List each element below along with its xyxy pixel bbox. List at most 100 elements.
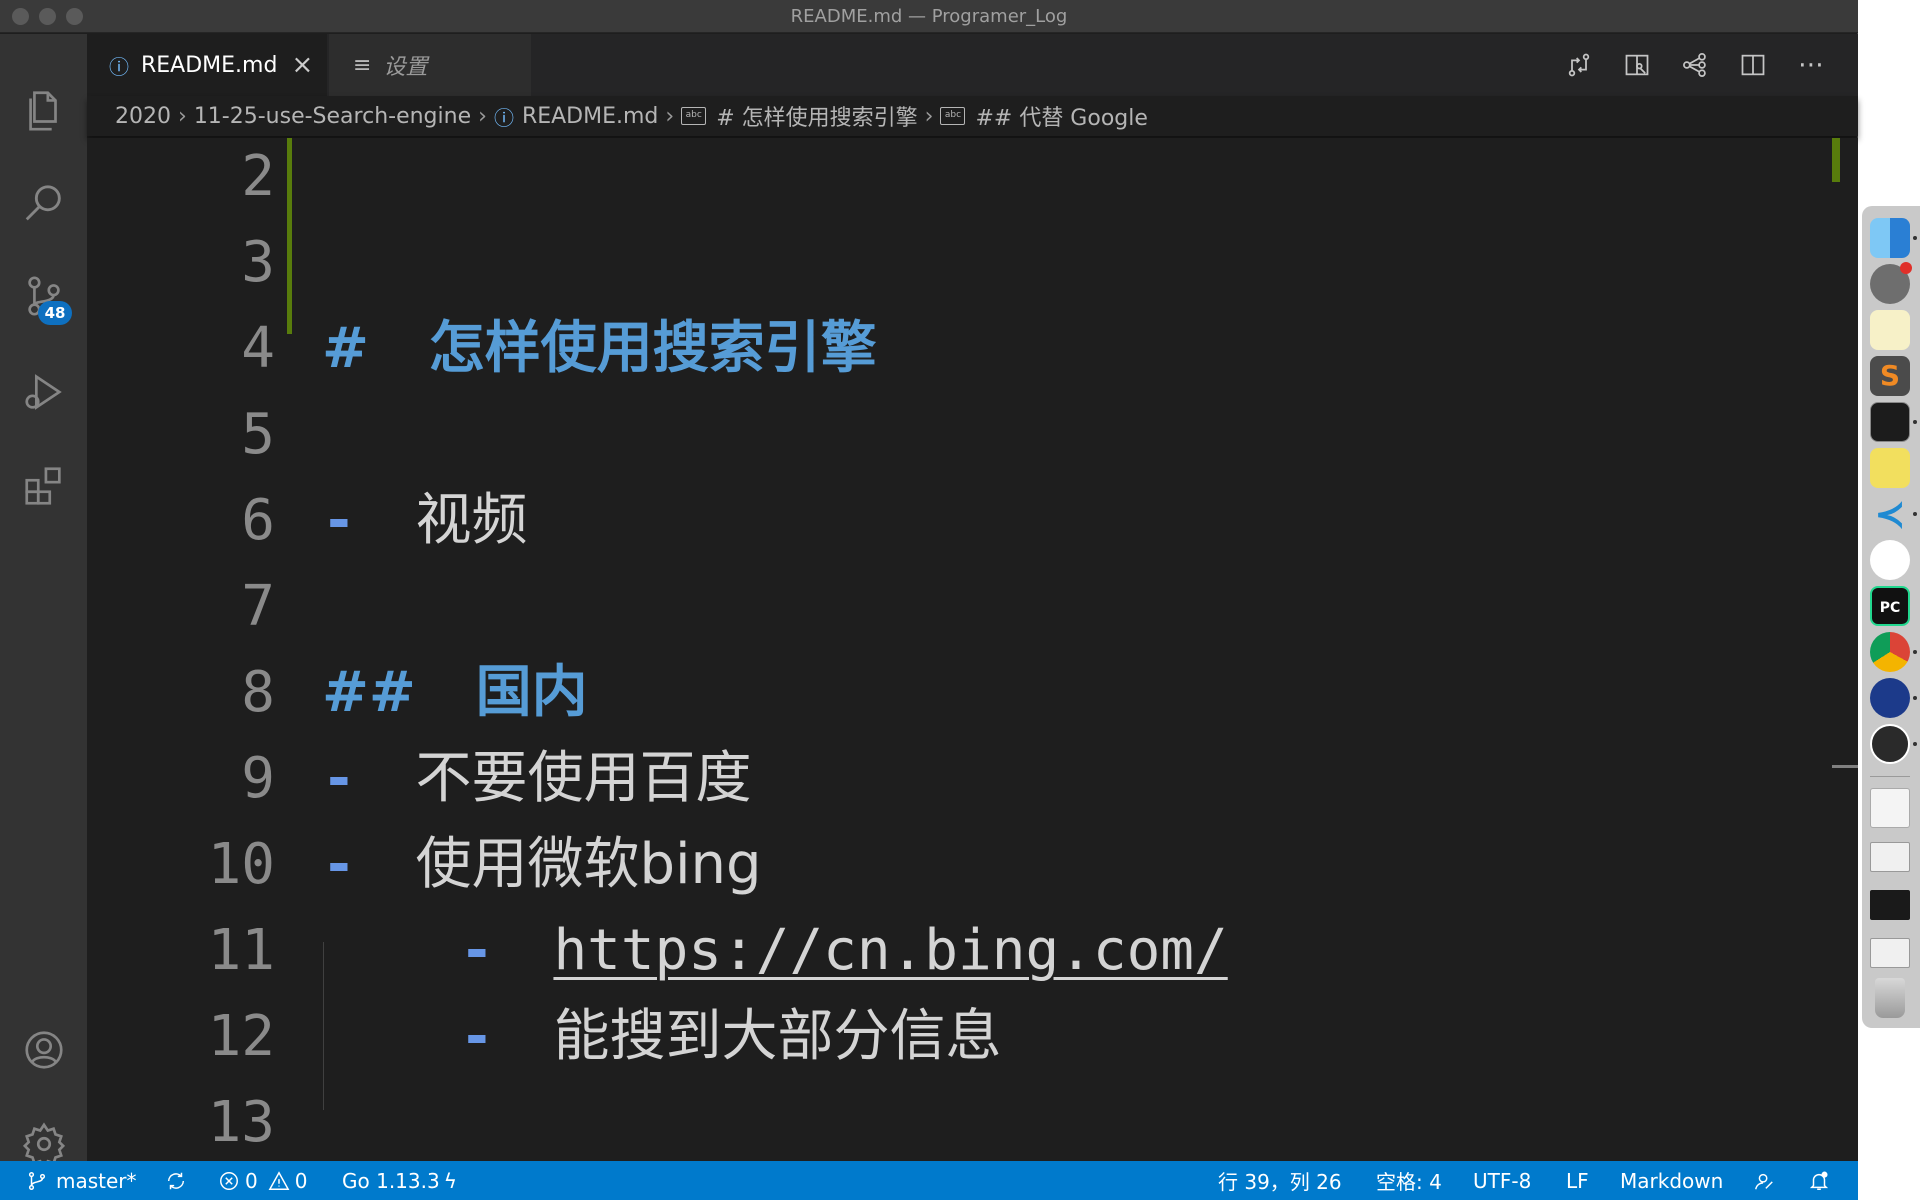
cursor-position[interactable]: 行 39，列 26 <box>1218 1161 1342 1200</box>
error-icon <box>220 1171 238 1190</box>
list-marker: - <box>460 1004 494 1069</box>
info-icon: ⓘ <box>493 105 514 130</box>
eol-status[interactable]: LF <box>1566 1161 1589 1200</box>
tab-readme[interactable]: ⓘ README.md × <box>87 34 327 96</box>
accounts-icon[interactable] <box>0 1010 87 1090</box>
source-control-icon[interactable] <box>0 256 87 336</box>
breadcrumb-item[interactable]: README.md <box>522 104 658 129</box>
feedback-icon[interactable] <box>1753 1161 1775 1200</box>
breadcrumb-item[interactable]: 2020 <box>115 104 171 129</box>
dock-divider <box>1870 776 1910 777</box>
siri-like-icon[interactable] <box>1870 540 1910 580</box>
code-line: ## 国内 <box>322 650 588 736</box>
notes-icon[interactable] <box>1870 310 1910 350</box>
pycharm-icon[interactable]: PC <box>1870 586 1910 626</box>
open-preview-side-icon[interactable] <box>1608 45 1666 85</box>
running-indicator <box>1913 512 1917 516</box>
go-version: Go 1.13.3 <box>342 1168 440 1193</box>
string-symbol-icon: abc <box>681 107 707 125</box>
code-line: - 不要使用百度 <box>322 736 751 822</box>
title-bar: README.md — Programer_Log <box>0 0 1858 33</box>
breadcrumb-item[interactable]: ## 代替 Google <box>975 100 1147 132</box>
indentation-status[interactable]: 空格: 4 <box>1376 1161 1442 1200</box>
stickies-icon[interactable] <box>1870 448 1910 488</box>
close-tab-icon[interactable]: × <box>291 50 313 80</box>
notifications-bell-icon[interactable] <box>1808 1161 1830 1200</box>
vscode-window: README.md — Programer_Log 48 ⓘ README.md <box>0 0 1858 1200</box>
line-number: 13 <box>207 1090 275 1155</box>
warning-icon <box>268 1170 290 1190</box>
chevron-right-icon: › <box>665 103 675 129</box>
scm-changes-badge: 48 <box>38 301 72 325</box>
chevron-right-icon: › <box>478 103 487 129</box>
finder-icon[interactable] <box>1870 218 1910 258</box>
line-number: 11 <box>207 918 275 983</box>
trash-icon[interactable] <box>1875 978 1905 1018</box>
heading-marker: ## <box>322 660 416 725</box>
line-number: 5 <box>241 402 275 467</box>
settings-list-icon: ≡ <box>353 52 372 78</box>
info-icon: ⓘ <box>109 54 129 79</box>
split-editor-icon[interactable] <box>1724 45 1782 85</box>
breadcrumb-item[interactable]: # 怎样使用搜索引擎 <box>716 100 917 132</box>
scrollbar-cursor-marker <box>1832 765 1858 768</box>
editor-area[interactable]: 2 3 4 5 6 7 8 9 10 11 12 13 # 怎样使用搜索引擎 -… <box>87 138 1858 1161</box>
problems-status[interactable]: 0 0 <box>218 1161 307 1200</box>
go-version-status[interactable]: Go 1.13.3 ϟ <box>342 1161 457 1200</box>
document-icon[interactable] <box>1870 788 1910 828</box>
list-text: 使用微软bing <box>415 832 762 897</box>
list-marker: - <box>460 918 494 983</box>
chrome-icon[interactable] <box>1870 632 1910 672</box>
open-changes-icon[interactable] <box>1550 45 1608 85</box>
heading-marker: # <box>322 316 369 381</box>
list-text: 能搜到大部分信息 <box>553 1004 1002 1069</box>
branch-name: master* <box>56 1168 137 1193</box>
extensions-icon[interactable] <box>0 446 87 526</box>
editor-toolbar: ⋯ <box>1550 34 1840 96</box>
line-number: 10 <box>207 832 275 897</box>
tab-bar: ⓘ README.md × ≡ 设置 ⋯ <box>87 34 1858 96</box>
tab-settings[interactable]: ≡ 设置 <box>329 34 531 96</box>
warning-count: 0 <box>294 1168 308 1193</box>
sublime-text-icon[interactable]: S <box>1870 356 1910 396</box>
notification-badge <box>1900 262 1912 274</box>
terminal-icon[interactable] <box>1870 402 1910 442</box>
media-player-icon[interactable] <box>1870 678 1910 718</box>
tab-label: README.md <box>141 52 278 78</box>
more-actions-icon[interactable]: ⋯ <box>1782 45 1840 85</box>
chrome-window-thumbnail[interactable] <box>1870 842 1910 872</box>
line-number: 7 <box>241 574 275 639</box>
line-number: 3 <box>241 230 275 295</box>
vscode-icon[interactable]: ≺ <box>1870 494 1910 534</box>
line-number: 8 <box>241 660 275 725</box>
string-symbol-icon: abc <box>940 107 966 125</box>
chrome-window-thumbnail-2[interactable] <box>1870 938 1910 968</box>
sync-icon[interactable] <box>165 1161 187 1200</box>
status-bar: master* 0 0 Go 1.13.3 ϟ 行 39，列 26 空格: 4 … <box>0 1161 1858 1200</box>
line-number: 4 <box>241 316 275 381</box>
code-line: # 怎样使用搜索引擎 <box>322 306 877 392</box>
breadcrumb-item[interactable]: 11-25-use-Search-engine <box>194 104 471 129</box>
language-mode-status[interactable]: Markdown <box>1620 1161 1723 1200</box>
branch-status[interactable]: master* <box>26 1161 137 1200</box>
list-text: 不要使用百度 <box>415 746 752 811</box>
line-number: 6 <box>241 488 275 553</box>
terminal-window-thumbnail[interactable] <box>1870 890 1910 920</box>
run-debug-icon[interactable] <box>0 352 87 432</box>
running-indicator <box>1913 650 1917 654</box>
code-line: - 视频 <box>322 478 527 564</box>
heading-text: 国内 <box>475 660 588 725</box>
encoding-status[interactable]: UTF-8 <box>1473 1161 1531 1200</box>
list-marker: - <box>322 488 356 553</box>
chevron-right-icon: › <box>924 103 934 129</box>
obs-icon[interactable] <box>1870 724 1910 764</box>
lightning-icon: ϟ <box>443 1168 457 1193</box>
running-indicator <box>1913 420 1917 424</box>
chevron-right-icon: › <box>178 103 187 129</box>
explorer-icon[interactable] <box>0 70 87 150</box>
url-link[interactable]: https://cn.bing.com/ <box>553 918 1227 983</box>
git-modified-gutter-marker <box>287 138 292 334</box>
outline-graph-icon[interactable] <box>1666 45 1724 85</box>
search-icon[interactable] <box>0 164 87 244</box>
indent-guide <box>323 942 324 1110</box>
